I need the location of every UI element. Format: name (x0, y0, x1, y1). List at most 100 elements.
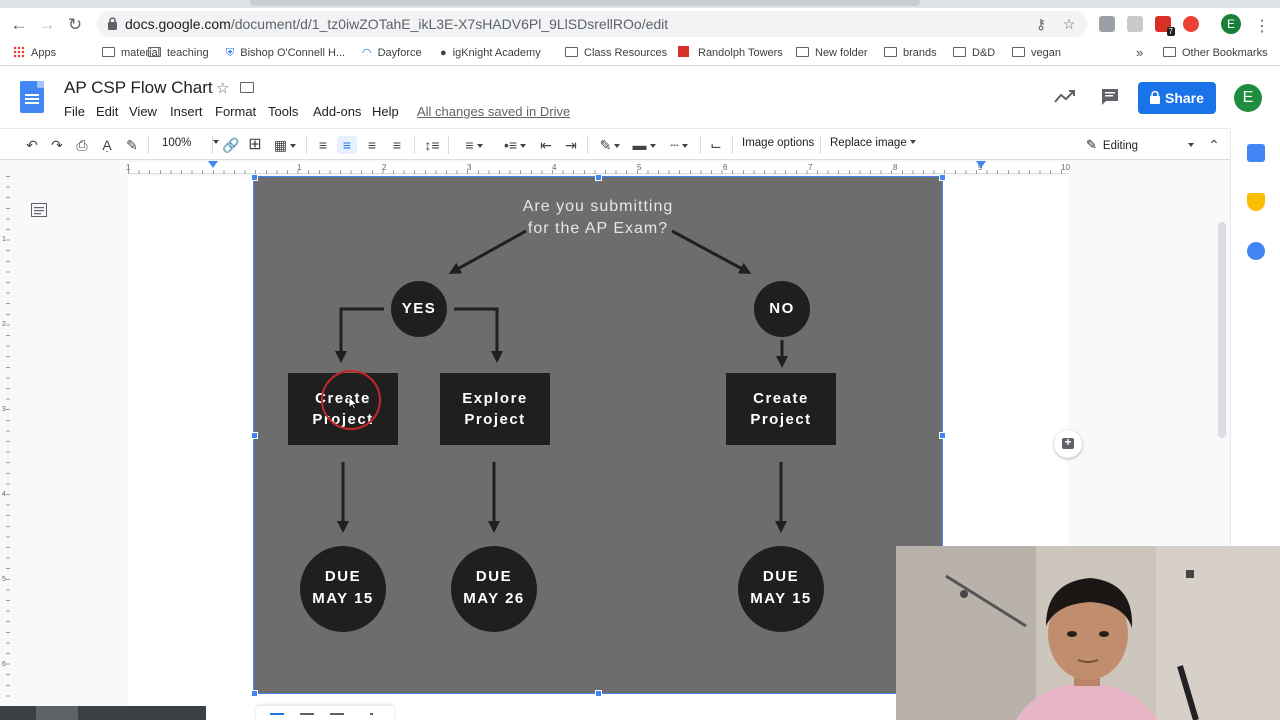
save-status[interactable]: All changes saved in Drive (417, 104, 570, 119)
bookmark-star-icon[interactable]: ☆ (1061, 16, 1077, 32)
menu-file[interactable]: File (64, 104, 85, 119)
zoom-select[interactable]: 100% (162, 137, 220, 149)
decrease-indent-icon[interactable]: ⇤ (538, 136, 554, 154)
spellcheck-icon[interactable]: Ạ (99, 136, 115, 154)
insert-image-icon[interactable]: ▦ (272, 136, 298, 154)
justify-icon[interactable]: ≡ (389, 136, 405, 154)
move-folder-icon[interactable] (240, 82, 254, 93)
align-right-icon[interactable]: ≡ (364, 136, 380, 154)
kebab-menu-icon[interactable]: ⋮ (1254, 16, 1270, 36)
bookmark-link[interactable]: ⛨ Bishop O'Connell H... (226, 45, 345, 61)
bookmark-other[interactable]: Other Bookmarks (1163, 45, 1268, 61)
comment-history-icon[interactable] (1100, 88, 1120, 106)
add-comment-icon (1062, 435, 1074, 449)
bookmark-apps[interactable]: Apps (13, 45, 56, 61)
profile-avatar[interactable]: E (1221, 14, 1241, 34)
vertical-scrollbar[interactable] (1218, 222, 1226, 438)
document-outline-icon[interactable] (31, 203, 47, 217)
add-comment-icon[interactable]: ⊞ (247, 136, 263, 154)
menu-help[interactable]: Help (372, 104, 399, 119)
resize-handle-top-right[interactable] (939, 174, 946, 181)
image-wrap-toolbar (256, 706, 394, 720)
forward-icon[interactable]: → (36, 14, 58, 36)
increase-indent-icon[interactable]: ⇥ (563, 136, 579, 154)
inline-wrap-icon[interactable] (270, 713, 284, 715)
print-icon[interactable]: ⎙ (74, 136, 90, 154)
add-comment-float-button[interactable] (1054, 430, 1082, 458)
bookmark-folder[interactable]: vegan (1012, 45, 1061, 61)
docs-logo-icon[interactable] (20, 81, 44, 113)
bulleted-list-icon[interactable]: •≡ (499, 136, 531, 154)
bookmark-folder[interactable]: D&D (953, 45, 995, 61)
menu-tools[interactable]: Tools (268, 104, 298, 119)
resize-handle-bottom-left[interactable] (251, 690, 258, 697)
back-icon[interactable]: ← (8, 14, 30, 36)
wrap-text-icon[interactable] (300, 713, 314, 715)
paint-format-icon[interactable]: ✎ (124, 136, 140, 154)
resize-handle-top[interactable] (595, 174, 602, 181)
create-project-box: Create Project (288, 373, 398, 445)
break-text-icon[interactable] (330, 713, 344, 715)
line-spacing-icon[interactable]: ↕≡ (423, 136, 441, 154)
border-color-icon[interactable]: ✎ (596, 136, 624, 154)
extension-icon[interactable] (1127, 16, 1143, 32)
todoist-extension-icon[interactable]: 7 (1155, 16, 1175, 36)
adblock-extension-icon[interactable] (1099, 16, 1115, 32)
horizontal-ruler[interactable]: 1 1 2 3 4 5 6 7 8 9 10 (0, 160, 1230, 176)
image-options-button[interactable]: Image options (742, 137, 814, 149)
redo-icon[interactable]: ↷ (49, 136, 65, 154)
toolbar-divider (820, 136, 821, 154)
undo-icon[interactable]: ↶ (24, 136, 40, 154)
insert-link-icon[interactable]: 🔗 (222, 136, 239, 154)
crop-icon[interactable]: ⌙ (708, 136, 724, 154)
more-options-icon[interactable] (370, 713, 373, 715)
align-left-icon[interactable]: ≡ (315, 136, 331, 154)
vertical-ruler[interactable]: 1 2 3 4 5 6 (0, 176, 14, 706)
bookmark-link[interactable]: Randolph Towers (678, 45, 783, 61)
activity-trend-icon[interactable] (1054, 88, 1076, 104)
bookmark-link[interactable]: ● igKnight Academy (440, 45, 541, 61)
bookmarks-bar: Apps material teaching ⛨ Bishop O'Connell… (0, 40, 1280, 66)
resize-handle-right[interactable] (939, 432, 946, 439)
key-icon[interactable]: ⚷ (1033, 16, 1049, 32)
replace-image-button[interactable]: Replace image (830, 137, 916, 149)
bookmark-folder[interactable]: New folder (796, 45, 868, 61)
extension-icon-red[interactable] (1183, 16, 1199, 32)
bookmarks-overflow-icon[interactable]: » (1136, 45, 1143, 61)
border-dash-icon[interactable]: ┄ (665, 136, 693, 154)
apps-grid-icon (13, 46, 25, 58)
reload-icon[interactable]: ↻ (64, 14, 86, 36)
menu-view[interactable]: View (129, 104, 157, 119)
bookmark-link[interactable]: ◠ Dayforce (362, 45, 422, 61)
collapse-toolbar-icon[interactable]: ⌃ (1206, 136, 1222, 154)
border-weight-icon[interactable]: ▬ (630, 136, 658, 154)
document-title[interactable]: AP CSP Flow Chart (64, 78, 213, 98)
account-avatar[interactable]: E (1234, 84, 1262, 112)
active-tab[interactable] (250, 0, 920, 6)
toolbar-divider (212, 136, 213, 154)
numbered-list-icon[interactable]: ≡ (458, 136, 490, 154)
menu-addons[interactable]: Add-ons (313, 104, 361, 119)
keep-icon[interactable] (1247, 193, 1265, 211)
taskbar-strip (0, 706, 206, 720)
bookmark-folder[interactable]: brands (884, 45, 937, 61)
resize-handle-top-left[interactable] (251, 174, 258, 181)
calendar-icon[interactable] (1247, 144, 1265, 162)
toolbar-divider (306, 136, 307, 154)
right-indent-marker[interactable] (976, 161, 986, 168)
star-icon[interactable]: ☆ (216, 79, 229, 97)
url-text: docs.google.com/document/d/1_tz0iwZOTahE… (125, 16, 669, 32)
address-bar[interactable]: docs.google.com/document/d/1_tz0iwZOTahE… (97, 11, 1087, 37)
left-indent-marker[interactable] (208, 161, 218, 168)
menu-insert[interactable]: Insert (170, 104, 203, 119)
bookmark-folder[interactable]: Class Resources (565, 45, 667, 61)
resize-handle-bottom[interactable] (595, 690, 602, 697)
share-button[interactable]: Share (1138, 82, 1216, 114)
align-center-icon[interactable]: ≡ (337, 136, 357, 154)
resize-handle-left[interactable] (251, 432, 258, 439)
menu-format[interactable]: Format (215, 104, 256, 119)
menu-edit[interactable]: Edit (96, 104, 118, 119)
bookmark-folder[interactable]: teaching (148, 45, 209, 61)
editing-mode-select[interactable]: ✎ Editing (1086, 137, 1195, 153)
tasks-icon[interactable] (1247, 242, 1265, 260)
